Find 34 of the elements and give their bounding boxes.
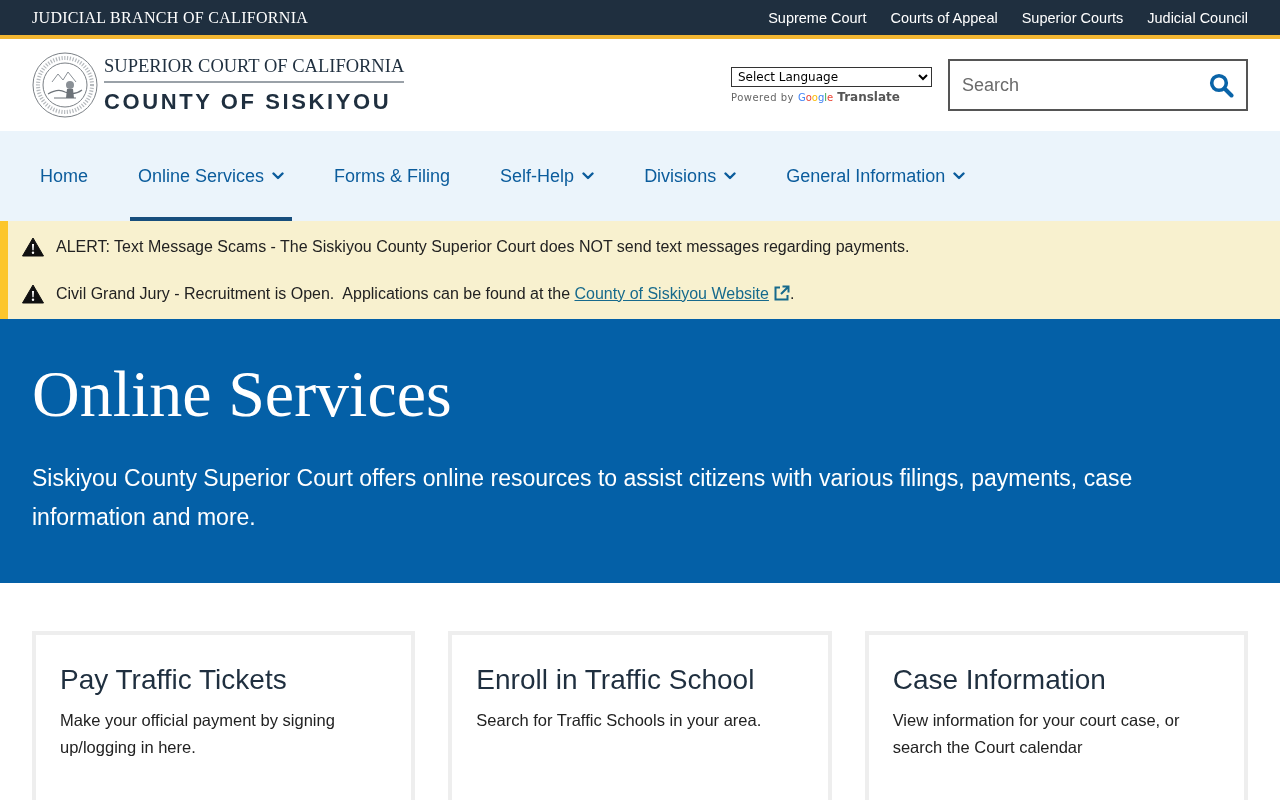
top-link[interactable]: Supreme Court: [768, 9, 867, 26]
powered-by-label: Powered by: [731, 91, 794, 103]
county-name: COUNTY OF SISKIYOU: [104, 87, 393, 116]
nav-tab[interactable]: General Information: [778, 131, 974, 221]
court-name: SUPERIOR COURT OF CALIFORNIA: [104, 54, 405, 83]
card-description: Make your official payment by signing up/logging in here.: [60, 710, 336, 758]
seal-icon: [32, 52, 98, 118]
card-title: Case Information: [892, 663, 1107, 697]
service-card[interactable]: Enroll in Traffic School Search for Traffic Schools in your area.: [448, 631, 832, 800]
card-description: Search for Traffic Schools in your area.: [476, 710, 763, 731]
branch-title: JUDICIAL BRANCH OF CALIFORNIA: [32, 8, 309, 27]
external-link-icon: [772, 285, 790, 302]
nav-tab[interactable]: Divisions: [636, 131, 745, 221]
service-card[interactable]: Case Information View information for your court case, or search the Court calendar: [864, 631, 1248, 800]
card-title: Pay Traffic Tickets: [60, 663, 288, 697]
nav-tab[interactable]: Home: [32, 131, 96, 221]
service-card[interactable]: Pay Traffic Tickets Make your official payment by signing up/logging in here.: [32, 631, 416, 800]
card-description: View information for your court case, or search the Court calendar: [892, 710, 1181, 758]
language-select[interactable]: Select Language: [731, 66, 932, 87]
county-website-link[interactable]: County of Siskiyou Website: [574, 284, 790, 303]
page-title: Online Services: [32, 356, 453, 432]
warning-icon: [22, 236, 44, 257]
warning-icon: [22, 283, 44, 304]
page-intro: Siskiyou County Superior Court offers online resources to assist citizens with various filings, payments, case information and more.: [32, 464, 1134, 532]
top-link[interactable]: Courts of Appeal: [890, 9, 998, 26]
alert-message: ALERT: Text Message Scams - The Siskiyou County Superior Court does NOT send text messages regarding payments.: [56, 237, 910, 256]
google-wordmark: Google: [797, 91, 834, 103]
top-link[interactable]: Judicial Council: [1147, 9, 1248, 26]
alert-message: Civil Grand Jury - Recruitment is Open. Applications can be found at the County of Siskiyou Website .: [56, 284, 795, 303]
nav-tab[interactable]: Self-Help: [492, 131, 603, 221]
nav-tab[interactable]: Forms & Filing: [326, 131, 459, 221]
top-link[interactable]: Superior Courts: [1021, 9, 1124, 26]
card-title: Enroll in Traffic School: [476, 663, 756, 697]
translate-label: Translate: [837, 89, 900, 104]
